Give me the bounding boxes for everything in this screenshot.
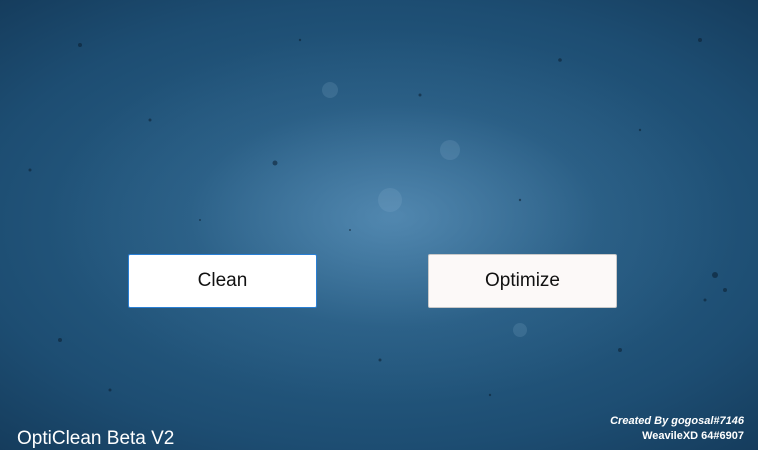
background-texture (28, 38, 727, 397)
clean-button[interactable]: Clean (128, 254, 317, 308)
credits-line-contributor: WeavileXD 64#6907 (642, 430, 744, 442)
app-title: OptiClean Beta V2 (17, 428, 175, 449)
credits: Created By gogosal#7146 WeavileXD 64#690… (610, 414, 744, 444)
optimize-button[interactable]: Optimize (428, 254, 617, 308)
credits-line-author: Created By gogosal#7146 (610, 415, 744, 427)
app-window: Clean Optimize OptiClean Beta V2 Created… (0, 0, 758, 450)
